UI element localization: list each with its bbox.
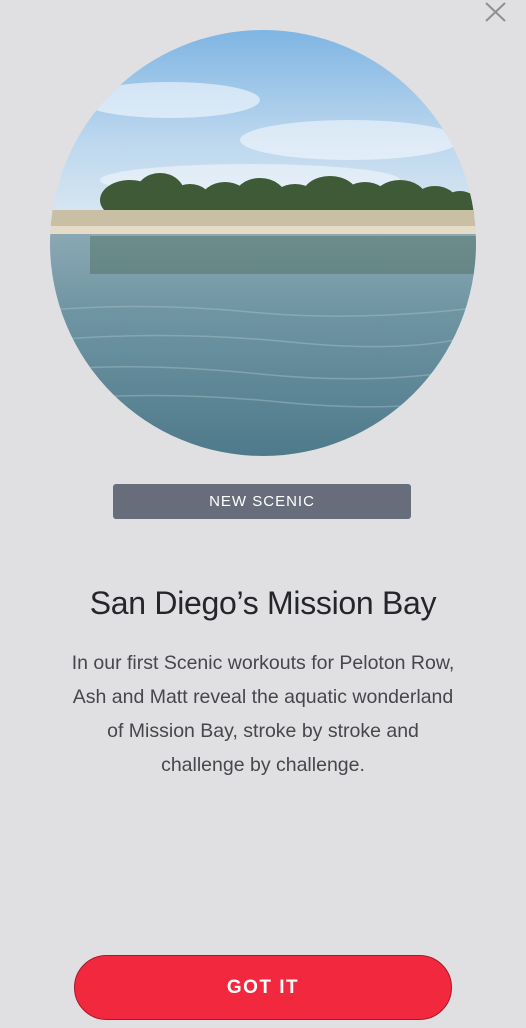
description: In our first Scenic workouts for Peloton… [50,646,476,782]
scenic-hero-image [50,30,476,456]
mission-bay-photo [50,30,476,456]
description-line: In our first Scenic workouts for Peloton… [71,652,455,674]
new-scenic-badge: NEW SCENIC [113,484,411,519]
description-line: Ash and Matt reveal the aquatic wonderla… [72,686,454,708]
close-icon [485,2,506,22]
page-title: San Diego’s Mission Bay [89,585,437,621]
close-button[interactable] [480,0,510,26]
got-it-button[interactable]: GOT IT [74,955,452,1020]
scenic-intro-modal: NEW SCENIC San Diego’s Mission Bay In ou… [0,0,526,1028]
description-line: of Mission Bay, stroke by stroke and [107,720,419,742]
description-line: challenge by challenge. [161,754,365,776]
